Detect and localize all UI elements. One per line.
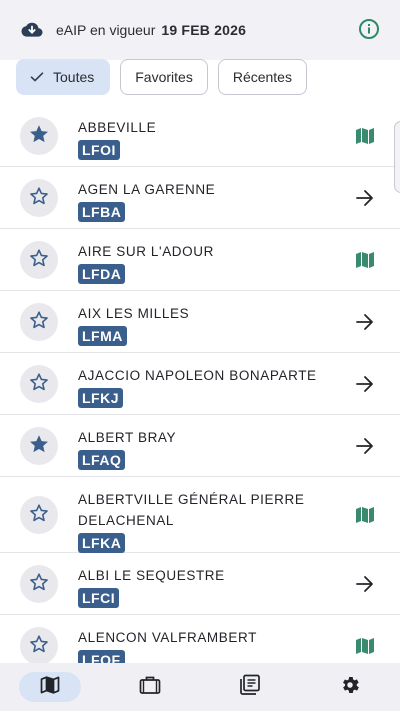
filter-chip-label: Favorites: [135, 69, 193, 85]
favorite-toggle[interactable]: [20, 179, 58, 217]
airport-row[interactable]: ABBEVILLE LFOI: [0, 105, 400, 167]
airport-row[interactable]: ALBI LE SEQUESTRE LFCI: [0, 553, 400, 615]
airport-name: ALBI LE SEQUESTRE: [78, 568, 225, 583]
icao-code-badge: LFCI: [78, 588, 120, 608]
icao-code-badge: LFBA: [78, 202, 126, 222]
icao-code-badge: LFKA: [78, 533, 126, 553]
favorite-toggle[interactable]: [20, 496, 58, 534]
star-outline-icon: [28, 571, 50, 598]
airport-row[interactable]: AIX LES MILLES LFMA: [0, 291, 400, 353]
status-bar: eAIP en vigueur 19 FEB 2026: [0, 0, 400, 60]
nav-briefcase[interactable]: [119, 672, 181, 702]
icao-code-badge: LFKJ: [78, 388, 123, 408]
arrow-right-icon[interactable]: [354, 311, 376, 333]
star-outline-icon: [28, 247, 50, 274]
nav-settings[interactable]: [319, 672, 381, 702]
arrow-right-icon[interactable]: [354, 573, 376, 595]
filter-chip-favorites[interactable]: Favorites: [120, 59, 208, 95]
icao-code-badge: LFAQ: [78, 450, 126, 470]
airport-row[interactable]: AIRE SUR L'ADOUR LFDA: [0, 229, 400, 291]
arrow-right-icon[interactable]: [354, 187, 376, 209]
eaip-status-label: eAIP en vigueur: [56, 22, 156, 38]
airport-name: ALBERT BRAY: [78, 430, 177, 445]
filter-chip-toutes[interactable]: Toutes: [16, 59, 111, 95]
airport-list[interactable]: ABBEVILLE LFOI AGEN LA GARENNE LFBA AIRE…: [0, 105, 400, 663]
arrow-right-icon[interactable]: [354, 373, 376, 395]
icao-code-badge: LFMA: [78, 326, 127, 346]
airport-name: ALENCON VALFRAMBERT: [78, 630, 257, 645]
filter-chip-label: Récentes: [232, 69, 292, 85]
airport-name: ABBEVILLE: [78, 120, 157, 135]
airport-row[interactable]: ALBERT BRAY LFAQ: [0, 415, 400, 477]
star-outline-icon: [28, 633, 50, 660]
map-icon[interactable]: [354, 125, 376, 147]
info-icon[interactable]: [358, 18, 380, 40]
filter-chips: Toutes Favorites Récentes: [16, 59, 307, 95]
favorite-toggle[interactable]: [20, 427, 58, 465]
airport-row[interactable]: ALBERTVILLE GÉNÉRAL PIERRE DELACHENAL LF…: [0, 477, 400, 553]
favorite-toggle[interactable]: [20, 565, 58, 603]
airport-name: AIX LES MILLES: [78, 306, 190, 321]
settings-icon: [339, 674, 361, 701]
arrow-right-icon[interactable]: [354, 435, 376, 457]
bottom-navigation: [0, 663, 400, 711]
airport-row[interactable]: ALENCON VALFRAMBERT LFOF: [0, 615, 400, 663]
star-outline-icon: [28, 371, 50, 398]
map-icon: [40, 675, 60, 699]
airport-row[interactable]: AGEN LA GARENNE LFBA: [0, 167, 400, 229]
favorite-toggle[interactable]: [20, 303, 58, 341]
star-outline-icon: [28, 502, 50, 529]
eaip-date: 19 FEB 2026: [161, 22, 247, 38]
airport-name: AIRE SUR L'ADOUR: [78, 244, 214, 259]
icao-code-badge: LFDA: [78, 264, 126, 284]
map-icon[interactable]: [354, 635, 376, 657]
airport-row[interactable]: AJACCIO NAPOLEON BONAPARTE LFKJ: [0, 353, 400, 415]
documents-icon: [239, 674, 261, 701]
map-icon[interactable]: [354, 249, 376, 271]
favorite-toggle[interactable]: [20, 365, 58, 403]
favorite-toggle[interactable]: [20, 241, 58, 279]
star-outline-icon: [28, 185, 50, 212]
airport-name: AJACCIO NAPOLEON BONAPARTE: [78, 368, 317, 383]
airport-name: AGEN LA GARENNE: [78, 182, 216, 197]
nav-map[interactable]: [19, 672, 81, 702]
star-filled-icon: [28, 433, 50, 460]
check-icon: [29, 69, 45, 85]
map-icon[interactable]: [354, 504, 376, 526]
icao-code-badge: LFOF: [78, 650, 125, 663]
star-filled-icon: [28, 123, 50, 150]
filter-chip-recentes[interactable]: Récentes: [217, 59, 307, 95]
airport-name: ALBERTVILLE GÉNÉRAL PIERRE DELACHENAL: [78, 492, 305, 528]
scrollbar-thumb[interactable]: [394, 121, 400, 193]
briefcase-icon: [139, 675, 161, 700]
icao-code-badge: LFOI: [78, 140, 120, 160]
filter-chip-label: Toutes: [53, 69, 95, 85]
cloud-download-icon: [20, 18, 44, 42]
favorite-toggle[interactable]: [20, 627, 58, 663]
star-outline-icon: [28, 309, 50, 336]
favorite-toggle[interactable]: [20, 117, 58, 155]
nav-documents[interactable]: [219, 672, 281, 702]
